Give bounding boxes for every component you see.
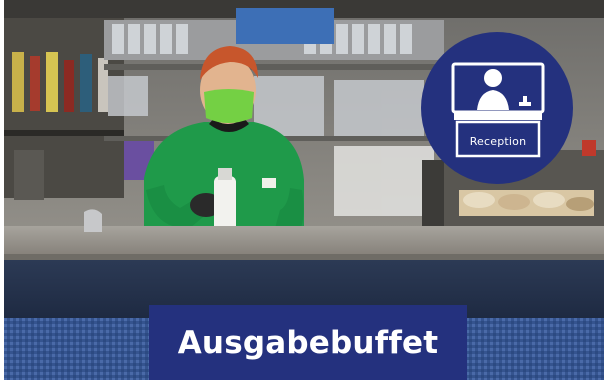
reception-label: Reception xyxy=(469,135,527,148)
banner-title: Ausgabebuffet xyxy=(177,324,439,361)
reception-badge: Reception xyxy=(421,32,573,184)
buffet-banner: Ausgabebuffet xyxy=(149,305,467,380)
blue-screen xyxy=(236,8,334,44)
photo-frame: Reception Ausgabebuffet xyxy=(4,0,604,380)
